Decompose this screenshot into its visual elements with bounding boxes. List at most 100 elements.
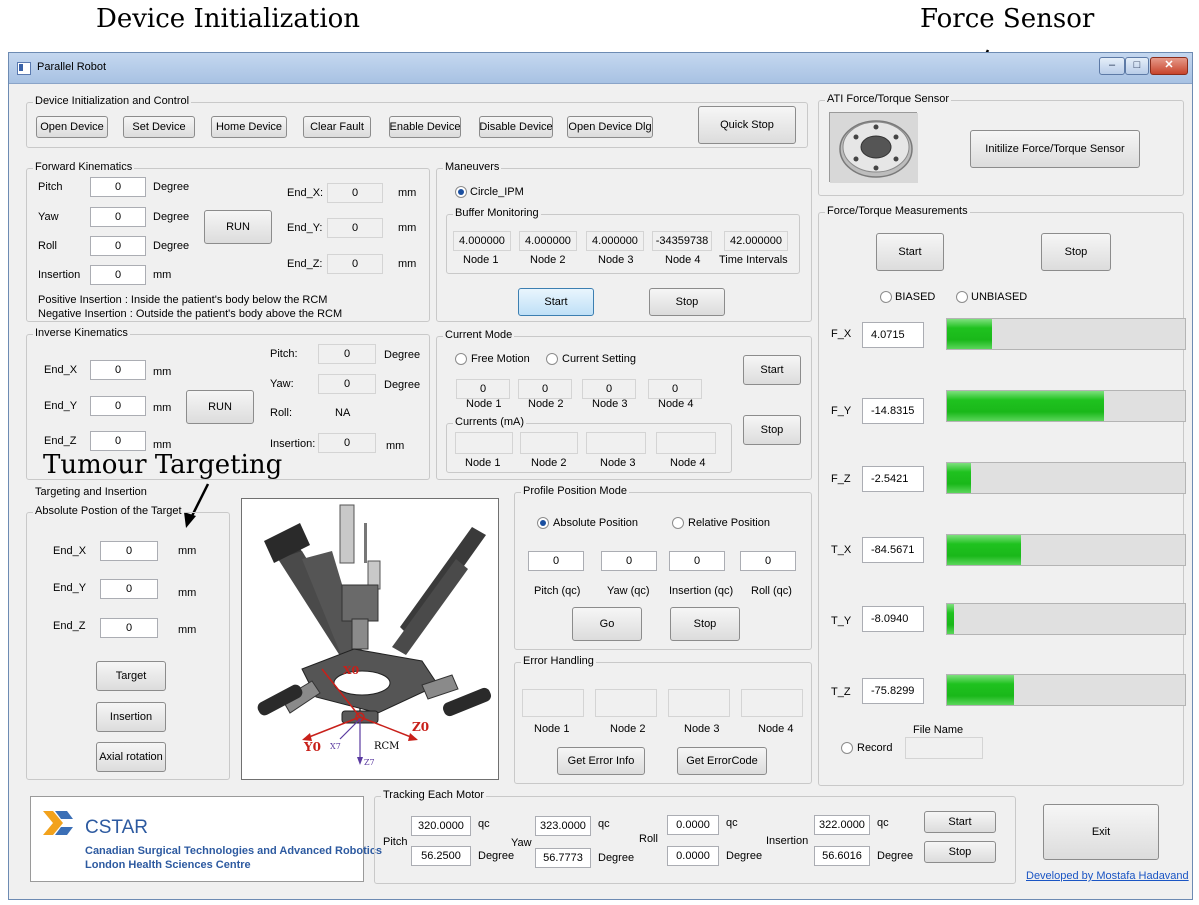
target-endy-unit: mm: [178, 587, 197, 599]
fk-run-button[interactable]: RUN: [204, 210, 272, 244]
profile-insertion-input[interactable]: 0: [669, 551, 725, 571]
get-error-info-button[interactable]: Get Error Info: [557, 747, 645, 775]
target-endy-input[interactable]: 0: [100, 579, 158, 599]
current-setting-radio[interactable]: [546, 353, 558, 365]
target-button[interactable]: Target: [96, 661, 166, 691]
tz-value[interactable]: -75.8299: [862, 678, 924, 704]
record-radio[interactable]: [841, 742, 853, 754]
error-node4-label: Node 4: [758, 723, 794, 735]
axis-z0-label: Z0: [412, 720, 429, 734]
target-endx-unit: mm: [178, 545, 197, 557]
exit-button[interactable]: Exit: [1043, 804, 1159, 860]
profile-position-title: Profile Position Mode: [521, 485, 629, 497]
absolute-position-radio[interactable]: [537, 517, 549, 529]
maneuvers-start-button[interactable]: Start: [518, 288, 594, 316]
minimize-button[interactable]: –: [1099, 57, 1125, 75]
ik-yaw-value: 0: [318, 374, 376, 394]
tracking-insertion-qc[interactable]: 322.0000: [814, 815, 870, 835]
sensor-disc-icon: [830, 113, 918, 183]
ik-endz-input[interactable]: 0: [90, 431, 146, 451]
tracking-yaw-deg[interactable]: 56.7773: [535, 848, 591, 868]
profile-yaw-input[interactable]: 0: [601, 551, 657, 571]
open-device-button[interactable]: Open Device: [36, 116, 108, 138]
clear-fault-button[interactable]: Clear Fault: [303, 116, 371, 138]
fz-bar-fill: [947, 463, 971, 493]
callout-device-initialization: Device Initialization: [96, 4, 361, 34]
home-device-button[interactable]: Home Device: [211, 116, 287, 138]
tracking-insertion-deg[interactable]: 56.6016: [814, 846, 870, 866]
profile-stop-button[interactable]: Stop: [670, 607, 740, 641]
ik-endx-label: End_X: [44, 364, 78, 376]
tracking-yaw-qc[interactable]: 323.0000: [535, 816, 591, 836]
error-node4-box: [741, 689, 803, 717]
error-node1-box: [522, 689, 584, 717]
ty-value[interactable]: -8.0940: [862, 606, 924, 632]
tracking-stop-button[interactable]: Stop: [924, 841, 996, 863]
file-name-input[interactable]: [905, 737, 983, 759]
tracking-pitch-deg[interactable]: 56.2500: [411, 846, 471, 866]
tx-value[interactable]: -84.5671: [862, 537, 924, 563]
fz-value[interactable]: -2.5421: [862, 466, 924, 492]
tracking-roll-deg-unit: Degree: [726, 850, 763, 862]
currents-node3-box: [586, 432, 646, 454]
fy-value[interactable]: -14.8315: [862, 398, 924, 424]
tracking-roll-qc[interactable]: 0.0000: [667, 815, 719, 835]
profile-pitch-input[interactable]: 0: [528, 551, 584, 571]
target-endx-input[interactable]: 0: [100, 541, 158, 561]
insertion-button[interactable]: Insertion: [96, 702, 166, 732]
fk-pitch-input[interactable]: 0: [90, 177, 146, 197]
target-endz-unit: mm: [178, 624, 197, 636]
current-node1-label: Node 1: [466, 398, 502, 410]
circle-ipm-radio[interactable]: [455, 186, 467, 198]
initialize-sensor-button[interactable]: Initilize Force/Torque Sensor: [970, 130, 1140, 168]
target-endz-input[interactable]: 0: [100, 618, 158, 638]
fk-insertion-label: Insertion: [38, 269, 81, 281]
fk-note-negative: Negative Insertion : Outside the patient…: [38, 308, 343, 320]
buffer-node3-value: 4.000000: [586, 231, 644, 251]
ft-start-button[interactable]: Start: [876, 233, 944, 271]
ik-endy-input[interactable]: 0: [90, 396, 146, 416]
profile-roll-input[interactable]: 0: [740, 551, 796, 571]
close-button[interactable]: ✕: [1150, 57, 1188, 75]
minimize-icon: –: [1108, 59, 1116, 71]
ty-bar: [946, 603, 1186, 635]
tracking-roll-deg[interactable]: 0.0000: [667, 846, 719, 866]
fk-insertion-input[interactable]: 0: [90, 265, 146, 285]
fk-roll-input[interactable]: 0: [90, 236, 146, 256]
tracking-start-button[interactable]: Start: [924, 811, 996, 833]
axis-y0-label: Y0: [303, 740, 321, 754]
tracking-pitch-qc[interactable]: 320.0000: [411, 816, 471, 836]
get-error-code-button[interactable]: Get ErrorCode: [677, 747, 767, 775]
current-stop-button[interactable]: Stop: [743, 415, 801, 445]
maneuvers-stop-button[interactable]: Stop: [649, 288, 725, 316]
tz-label: T_Z: [831, 686, 851, 698]
ft-stop-button[interactable]: Stop: [1041, 233, 1111, 271]
profile-go-button[interactable]: Go: [572, 607, 642, 641]
maximize-button[interactable]: □: [1125, 57, 1149, 75]
fk-endx-unit: mm: [398, 187, 417, 199]
enable-device-button[interactable]: Enable Device: [389, 116, 461, 138]
developer-link[interactable]: Developed by Mostafa Hadavand: [1026, 870, 1189, 882]
free-motion-radio[interactable]: [455, 353, 467, 365]
fk-yaw-input[interactable]: 0: [90, 207, 146, 227]
tracking-pitch-qc-unit: qc: [478, 818, 490, 830]
unbiased-radio[interactable]: [956, 291, 968, 303]
cstar-name: CSTAR: [85, 817, 148, 838]
set-device-button[interactable]: Set Device: [123, 116, 195, 138]
fk-roll-label: Roll: [38, 240, 57, 252]
fk-pitch-unit: Degree: [153, 181, 190, 193]
disable-device-button[interactable]: Disable Device: [479, 116, 553, 138]
fk-endz-unit: mm: [398, 258, 417, 270]
axial-rotation-button[interactable]: Axial rotation: [96, 742, 166, 772]
open-device-dlg-button[interactable]: Open Device Dlg: [567, 116, 653, 138]
tracking-yaw-deg-unit: Degree: [598, 852, 635, 864]
buffer-monitoring-title: Buffer Monitoring: [453, 207, 541, 219]
ik-run-button[interactable]: RUN: [186, 390, 254, 424]
ik-endx-input[interactable]: 0: [90, 360, 146, 380]
biased-radio[interactable]: [880, 291, 892, 303]
quick-stop-button[interactable]: Quick Stop: [698, 106, 796, 144]
relative-position-radio[interactable]: [672, 517, 684, 529]
current-start-button[interactable]: Start: [743, 355, 801, 385]
error-node2-box: [595, 689, 657, 717]
fx-value[interactable]: 4.0715: [862, 322, 924, 348]
